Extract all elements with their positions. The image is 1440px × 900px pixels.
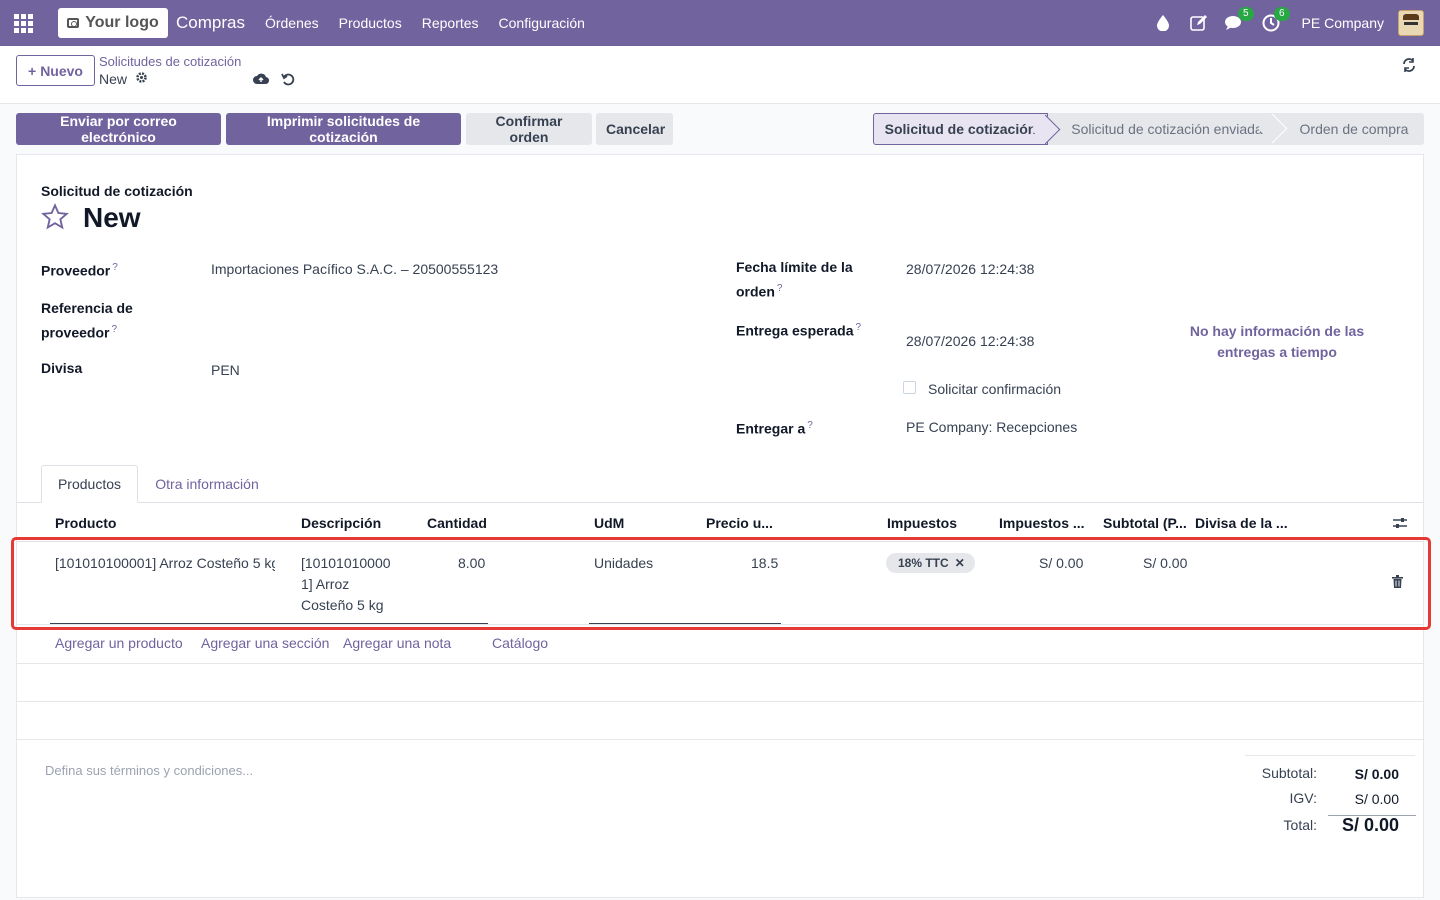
total-value: S/ 0.00: [1341, 815, 1399, 835]
empty-row: [17, 664, 1423, 702]
col-quantity[interactable]: Cantidad: [427, 515, 487, 531]
igv-label: IGV:: [1289, 790, 1318, 806]
help-mark[interactable]: ?: [777, 283, 783, 294]
vendor-label: Proveedor?: [41, 262, 118, 279]
star-icon[interactable]: [41, 203, 69, 238]
col-product[interactable]: Producto: [55, 515, 116, 531]
record-title: New: [83, 202, 141, 233]
totals-divider: [1245, 755, 1415, 756]
status-stages: Solicitud de cotización Solicitud de cot…: [873, 113, 1424, 145]
vendor-field[interactable]: Importaciones Pacífico S.A.C. – 20500555…: [211, 259, 498, 280]
deliver-to-label: Entregar a?: [736, 420, 813, 437]
menu-productos[interactable]: Productos: [339, 15, 402, 31]
stage-purchase-order[interactable]: Orden de compra: [1274, 113, 1424, 145]
discard-undo-icon[interactable]: [281, 72, 295, 89]
messages-badge: 5: [1237, 7, 1254, 21]
terms-conditions-field[interactable]: Defina sus términos y condiciones...: [45, 763, 253, 778]
add-note-link[interactable]: Agregar una nota: [343, 635, 451, 651]
record-name: New: [99, 71, 148, 87]
on-time-rate-button[interactable]: No hay información de las entregas a tie…: [1185, 321, 1369, 363]
optional-columns-icon[interactable]: [1393, 516, 1407, 532]
save-cloud-icon[interactable]: [253, 72, 270, 89]
catalog-link[interactable]: Catálogo: [492, 635, 548, 651]
help-mark[interactable]: ?: [112, 262, 118, 273]
menu-reportes[interactable]: Reportes: [422, 15, 479, 31]
activity-clock-icon[interactable]: 6: [1260, 7, 1290, 34]
add-section-link[interactable]: Agregar una sección: [201, 635, 329, 651]
stage-rfq[interactable]: Solicitud de cotización: [873, 113, 1048, 145]
print-rfq-button[interactable]: Imprimir solicitudes de cotización: [226, 113, 461, 145]
cancel-button[interactable]: Cancelar: [596, 113, 673, 145]
confirm-order-button[interactable]: Confirmar orden: [466, 113, 592, 145]
breadcrumb[interactable]: Solicitudes de cotización: [99, 54, 241, 69]
send-email-button[interactable]: Enviar por correo electrónico: [16, 113, 221, 145]
control-panel: + Nuevo Solicitudes de cotización New: [0, 46, 1440, 104]
col-currency[interactable]: Divisa de la ...: [1195, 515, 1288, 531]
edit-icon[interactable]: [1188, 12, 1210, 34]
top-navbar: Your logo Compras Órdenes Productos Repo…: [0, 0, 1440, 46]
logo-text: Your logo: [85, 14, 159, 31]
vendor-ref-label: Referencia de proveedor?: [41, 300, 133, 341]
col-tax-amount[interactable]: Impuestos ...: [999, 515, 1085, 531]
new-button-label: Nuevo: [40, 62, 83, 79]
help-mark[interactable]: ?: [807, 420, 813, 431]
stage-rfq-sent[interactable]: Solicitud de cotización enviada: [1048, 113, 1274, 145]
user-avatar[interactable]: [1398, 10, 1424, 36]
col-description[interactable]: Descripción: [301, 515, 381, 531]
drop-icon[interactable]: [1152, 12, 1174, 34]
vendor-ref-field[interactable]: [211, 298, 691, 319]
chat-icon[interactable]: 5: [1224, 7, 1254, 34]
tab-other-info[interactable]: Otra información: [147, 465, 267, 503]
menu-ordenes[interactable]: Órdenes: [265, 15, 319, 31]
camera-icon: [67, 18, 80, 28]
refresh-icon[interactable]: [1402, 58, 1416, 77]
menu-configuracion[interactable]: Configuración: [499, 15, 585, 31]
col-unit-price[interactable]: Precio u...: [706, 515, 773, 531]
plus-icon: +: [28, 62, 37, 79]
status-bar: Enviar por correo electrónico Imprimir s…: [0, 104, 1440, 154]
igv-value: S/ 0.00: [1354, 791, 1399, 807]
deliver-to-field[interactable]: PE Company: Recepciones: [906, 417, 1077, 438]
order-deadline-label: Fecha límite de la orden?: [736, 259, 853, 300]
currency-label: Divisa: [41, 360, 83, 376]
app-name[interactable]: Compras: [176, 13, 245, 33]
col-subtotal[interactable]: Subtotal (P...: [1103, 515, 1187, 531]
row-highlight-box: [11, 537, 1431, 630]
col-uom[interactable]: UdM: [594, 515, 624, 531]
subtotal-label: Subtotal:: [1261, 765, 1317, 781]
help-mark[interactable]: ?: [856, 322, 862, 333]
add-line-row: Agregar un producto Agregar una sección …: [17, 625, 1423, 664]
expected-arrival-label: Entrega esperada?: [736, 322, 862, 339]
subtotal-value: S/ 0.00: [1354, 766, 1399, 782]
empty-row: [17, 702, 1423, 740]
order-deadline-field[interactable]: 28/07/2026 12:24:38: [906, 259, 1034, 280]
form-title-label: Solicitud de cotización: [41, 183, 193, 199]
total-label: Total:: [1283, 817, 1317, 833]
form-sheet: Solicitud de cotización New Proveedor? I…: [11, 154, 1431, 898]
help-mark[interactable]: ?: [111, 324, 117, 335]
gear-icon[interactable]: [135, 71, 148, 87]
record-name-text: New: [99, 71, 128, 87]
apps-menu-icon[interactable]: [0, 0, 46, 46]
ask-confirmation-label[interactable]: Solicitar confirmación: [928, 379, 1061, 400]
currency-field[interactable]: PEN: [211, 360, 240, 381]
company-switcher[interactable]: PE Company: [1302, 15, 1384, 31]
col-taxes[interactable]: Impuestos: [887, 515, 957, 531]
company-logo[interactable]: Your logo: [58, 8, 168, 38]
tab-products[interactable]: Productos: [41, 465, 138, 503]
expected-arrival-field[interactable]: 28/07/2026 12:24:38: [906, 331, 1034, 352]
ask-confirmation-checkbox[interactable]: [903, 381, 916, 394]
new-button[interactable]: + Nuevo: [16, 55, 95, 86]
notebook-tabs: Productos Otra información: [17, 465, 1423, 503]
add-product-link[interactable]: Agregar un producto: [55, 635, 183, 651]
activities-badge: 6: [1273, 7, 1290, 21]
